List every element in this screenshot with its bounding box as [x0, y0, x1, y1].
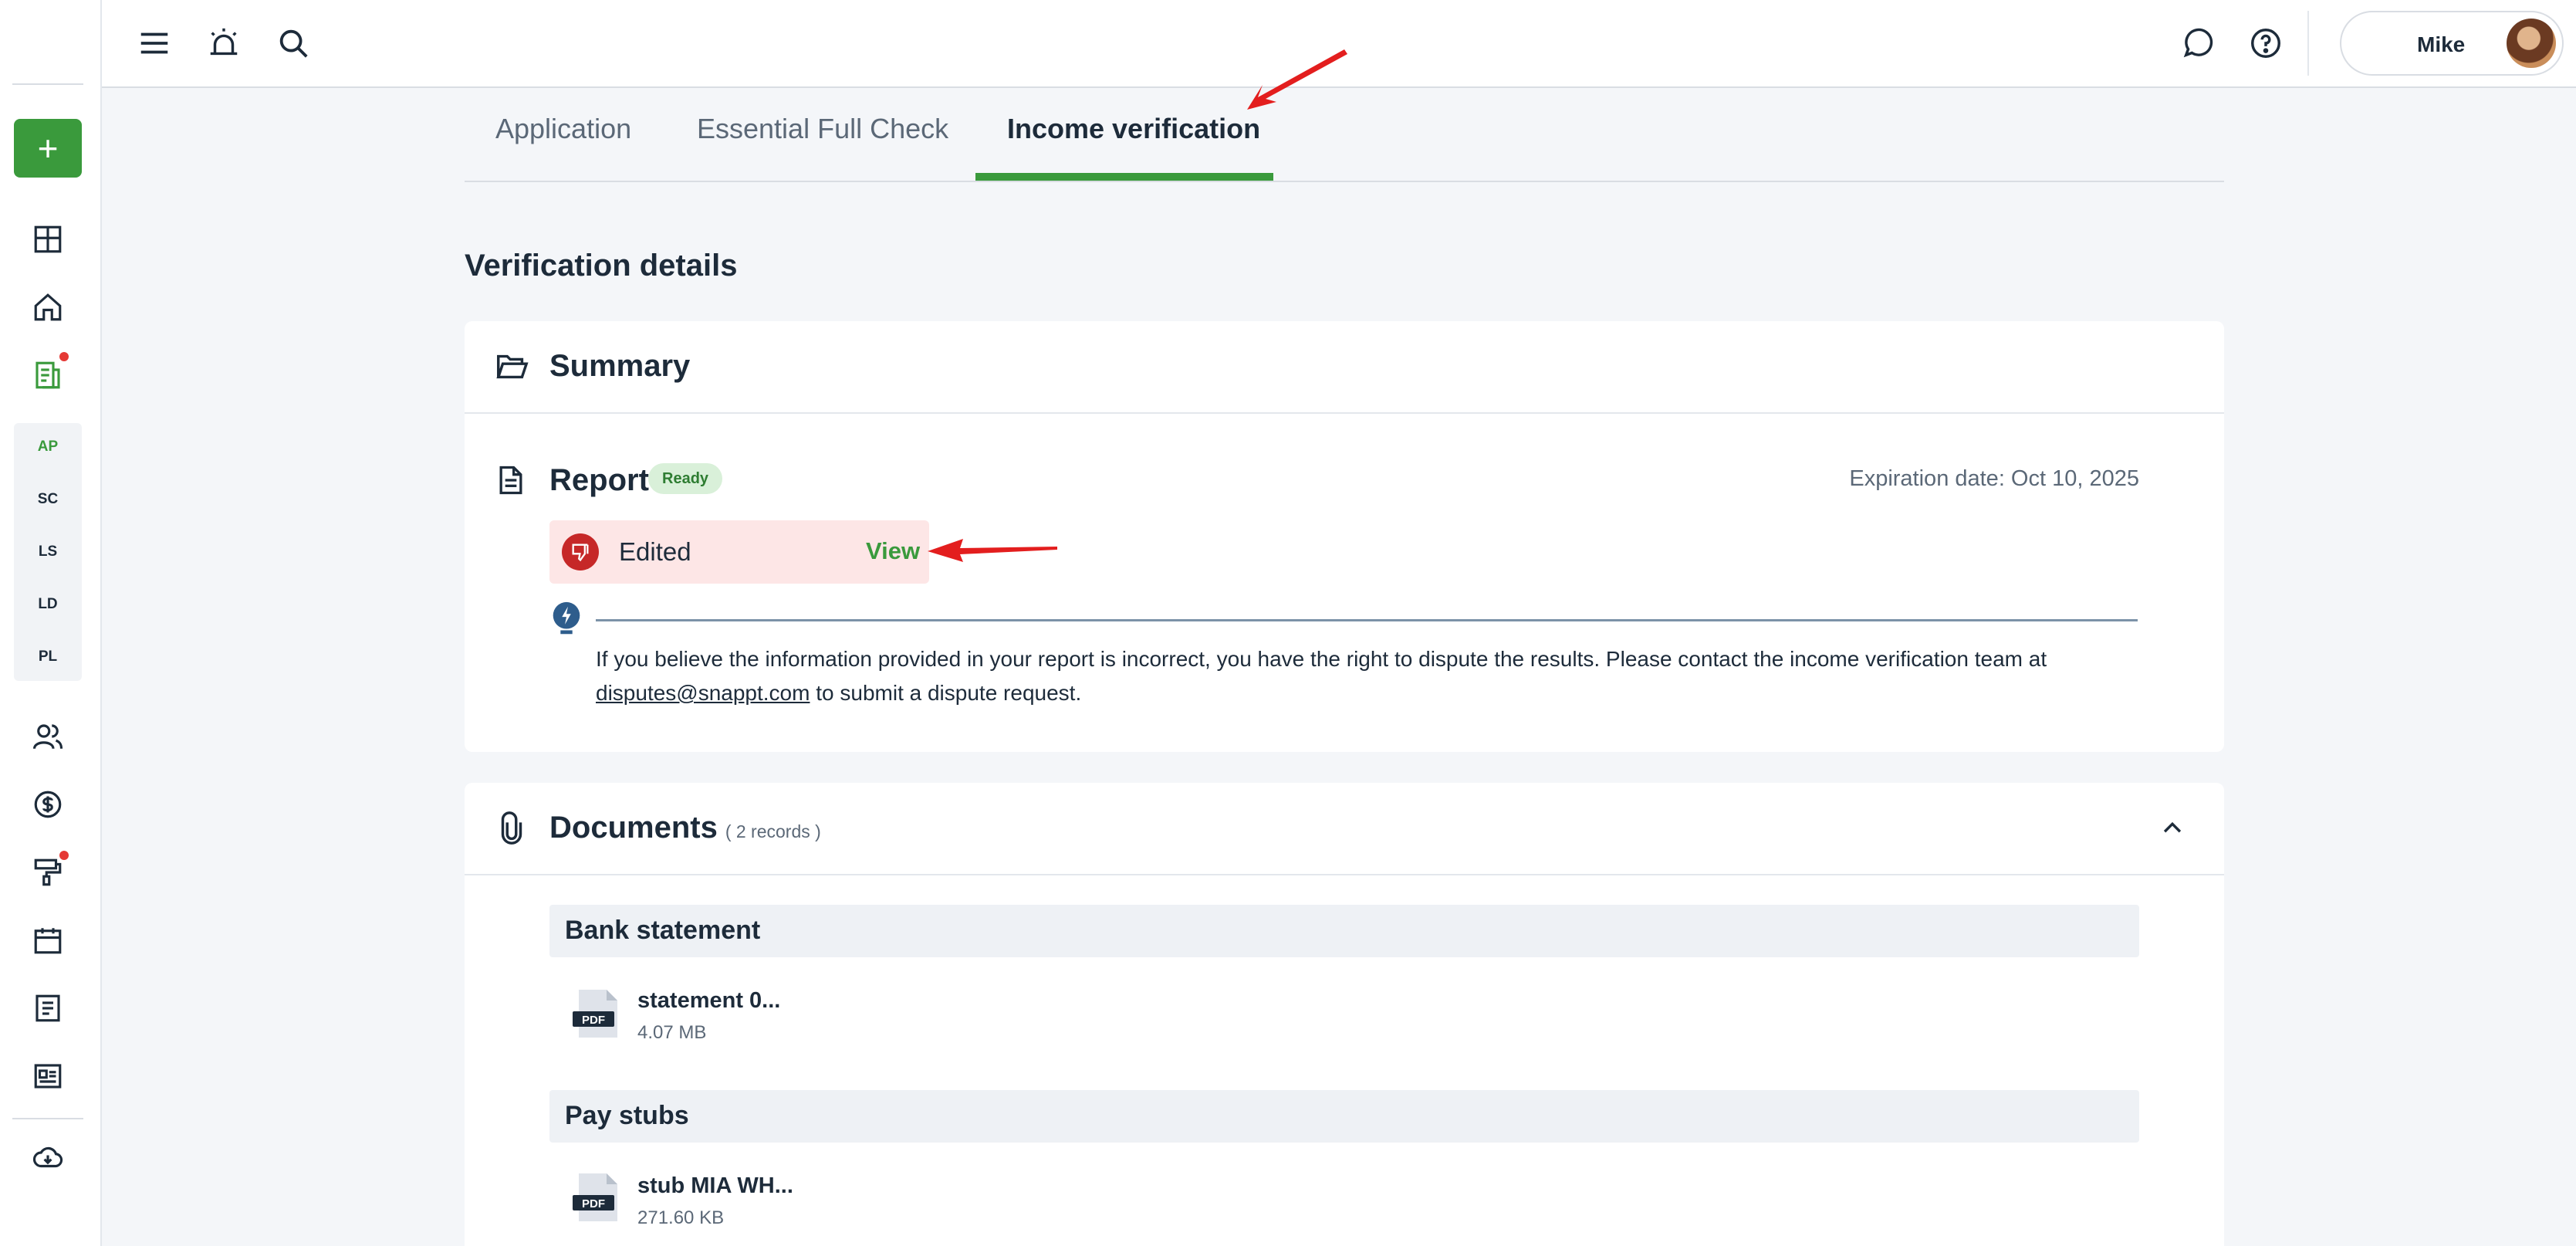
doc-group-title: Pay stubs: [565, 1101, 689, 1130]
pdf-file-icon[interactable]: PDF: [573, 988, 624, 1039]
top-bar-separator: [2307, 11, 2309, 76]
documents-title: Documents ( 2 records ): [549, 811, 821, 845]
records-count: ( 2 records ): [725, 821, 821, 841]
applications-icon[interactable]: [14, 346, 82, 405]
dollar-icon[interactable]: [14, 775, 82, 834]
status-badge: Ready: [648, 463, 723, 494]
summary-header: Summary: [465, 321, 2224, 414]
paint-roller-icon[interactable]: [14, 843, 82, 902]
users-icon[interactable]: [14, 707, 82, 766]
document-size: 4.07 MB: [637, 1022, 707, 1043]
view-link[interactable]: View: [866, 537, 920, 565]
tab-application[interactable]: Application: [495, 113, 631, 145]
doc-group-title: Bank statement: [565, 916, 761, 945]
dashboard-icon[interactable]: [14, 210, 82, 269]
subnav-item-ap[interactable]: AP: [14, 438, 82, 455]
report-file-icon: [499, 466, 522, 495]
id-card-icon[interactable]: [14, 1047, 82, 1105]
cloud-download-icon[interactable]: [14, 1129, 82, 1187]
notification-dot: [59, 352, 69, 361]
add-button[interactable]: +: [14, 119, 82, 178]
annotation-arrow: [928, 539, 1057, 562]
thumbs-down-icon: [562, 533, 599, 571]
document-list-icon[interactable]: [14, 979, 82, 1038]
edited-alert: Edited View: [549, 520, 929, 584]
subnav-item-pl[interactable]: PL: [14, 648, 82, 665]
page-title: Verification details: [465, 249, 738, 283]
tip-text-before: If you believe the information provided …: [596, 647, 2047, 671]
user-menu[interactable]: Mike: [2340, 11, 2564, 76]
notification-dot: [59, 851, 69, 860]
documents-card: Documents ( 2 records ) Bank statement PD…: [465, 783, 2224, 1246]
alarm-icon[interactable]: [202, 22, 245, 65]
chevron-up-icon[interactable]: [2159, 815, 2186, 841]
paperclip-icon: [501, 811, 522, 845]
document-name[interactable]: stub MIA WH...: [637, 1173, 793, 1199]
subnav: AP SC LS LD PL: [14, 423, 82, 681]
subnav-item-ld[interactable]: LD: [14, 596, 82, 613]
annotation-arrow: [1247, 49, 1347, 110]
chat-icon[interactable]: [2176, 22, 2219, 65]
pdf-file-icon[interactable]: PDF: [573, 1172, 624, 1223]
calendar-icon[interactable]: [14, 911, 82, 970]
edited-label: Edited: [619, 537, 691, 566]
summary-card: Summary Report Ready Expiration date: Oc…: [465, 321, 2224, 752]
search-icon[interactable]: [272, 22, 315, 65]
pdf-label: PDF: [582, 1014, 605, 1027]
expiration-date: Expiration date: Oct 10, 2025: [1849, 466, 2139, 491]
menu-icon[interactable]: [133, 22, 176, 65]
document-name[interactable]: statement 0...: [637, 988, 780, 1014]
help-icon[interactable]: [2244, 22, 2287, 65]
user-name: Mike: [2417, 32, 2466, 56]
lightbulb-icon: [553, 601, 580, 635]
doc-group-pay-stubs: Pay stubs: [549, 1090, 2139, 1143]
documents-header[interactable]: Documents ( 2 records ): [465, 783, 2224, 875]
dispute-email-link[interactable]: disputes@snappt.com: [596, 681, 810, 705]
subnav-item-sc[interactable]: SC: [14, 491, 82, 508]
doc-group-bank-statement: Bank statement: [549, 905, 2139, 957]
rail-divider: [12, 83, 83, 85]
avatar: [2507, 19, 2556, 68]
document-size: 271.60 KB: [637, 1207, 725, 1228]
documents-title-text: Documents: [549, 811, 718, 845]
rail-divider: [12, 1118, 83, 1119]
active-tab-indicator: [975, 173, 1273, 181]
tab-essential-full-check[interactable]: Essential Full Check: [697, 113, 948, 145]
left-rail: + AP SC LS LD PL: [0, 0, 102, 1246]
report-title: Report: [549, 463, 649, 497]
subnav-item-ls[interactable]: LS: [14, 543, 82, 560]
pdf-label: PDF: [582, 1197, 605, 1210]
tip-text-after: to submit a dispute request.: [816, 681, 1082, 705]
home-icon[interactable]: [14, 278, 82, 337]
tab-income-verification[interactable]: Income verification: [1007, 113, 1260, 145]
summary-title: Summary: [549, 349, 691, 383]
folder-open-icon: [496, 354, 529, 379]
dispute-tip: If you believe the information provided …: [596, 642, 2139, 710]
tip-divider: [596, 619, 2138, 621]
